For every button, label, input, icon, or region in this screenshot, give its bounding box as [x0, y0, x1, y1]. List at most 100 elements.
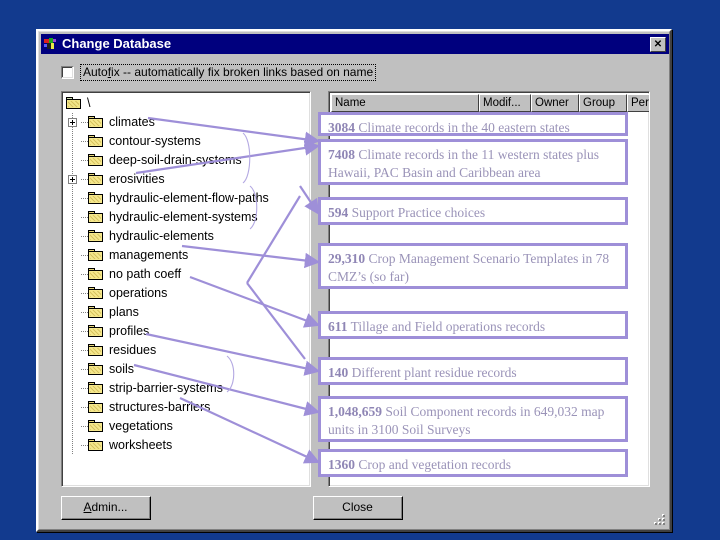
- admin-button-label: Admin...: [62, 497, 150, 519]
- folder-icon: [88, 401, 104, 414]
- tree-item-soils[interactable]: soils: [64, 360, 308, 379]
- tree-connector-dash: [77, 132, 88, 151]
- database-app-icon: [43, 36, 59, 52]
- open-folder-icon: [66, 97, 82, 110]
- tree-connector-dash: [77, 398, 88, 417]
- folder-icon: [88, 363, 104, 376]
- admin-accel: A: [83, 500, 92, 514]
- folder-icon: [88, 116, 104, 129]
- folder-icon: [88, 154, 104, 167]
- desktop-background: Change Database ✕ Autofix -- automatical…: [0, 0, 720, 540]
- column-header-name[interactable]: Name: [331, 94, 479, 112]
- tree-item-label: soils: [109, 362, 135, 376]
- change-database-window: Change Database ✕ Autofix -- automatical…: [36, 29, 672, 532]
- tree-item-list[interactable]: climates contour-systems deep-soil-drain-s…: [64, 113, 308, 455]
- tree-item-structures-barriers[interactable]: structures-barriers: [64, 398, 308, 417]
- tree-item-label: worksheets: [109, 438, 173, 452]
- tree-item-label: strip-barrier-systems: [109, 381, 223, 395]
- tree-item-managements[interactable]: managements: [64, 246, 308, 265]
- tree-connector-dash: [77, 436, 88, 455]
- tree-item-label: operations: [109, 286, 168, 300]
- tree-connector-dash: [77, 208, 88, 227]
- tree-item-deep-soil-drain-systems[interactable]: deep-soil-drain-systems: [64, 151, 308, 170]
- tree-connector-dash: [77, 113, 88, 132]
- expand-plus-icon[interactable]: [68, 118, 77, 127]
- tree-item-worksheets[interactable]: worksheets: [64, 436, 308, 455]
- autofix-label-prefix: Auto: [83, 65, 108, 79]
- folder-icon: [88, 325, 104, 338]
- autofix-row[interactable]: Autofix -- automatically fix broken link…: [61, 64, 377, 81]
- folder-icon: [88, 439, 104, 452]
- tree-item-label: no path coeff: [109, 267, 182, 281]
- tree-item-profiles[interactable]: profiles: [64, 322, 308, 341]
- tree-connector-dash: [77, 170, 88, 189]
- folder-icon: [88, 173, 104, 186]
- tree-item-plans[interactable]: plans: [64, 303, 308, 322]
- tree-item-label: profiles: [109, 324, 150, 338]
- tree-item-label: hydraulic-element-flow-paths: [109, 191, 269, 205]
- file-list-panel[interactable]: NameModif...OwnerGroupPermi...: [328, 91, 650, 487]
- close-glyph: ✕: [653, 38, 663, 50]
- tree-item-label: residues: [109, 343, 157, 357]
- folder-icon: [88, 249, 104, 262]
- list-rows-area[interactable]: [331, 112, 647, 484]
- tree-connector-dash: [77, 417, 88, 436]
- tree-connector-dash: [77, 360, 88, 379]
- tree-item-hydraulic-element-flow-paths[interactable]: hydraulic-element-flow-paths: [64, 189, 308, 208]
- column-header-modif[interactable]: Modif...: [479, 94, 531, 112]
- autofix-checkbox[interactable]: [61, 66, 74, 79]
- folder-icon: [88, 420, 104, 433]
- tree-connector-dash: [77, 322, 88, 341]
- tree-connector-dash: [77, 246, 88, 265]
- window-title: Change Database: [62, 36, 172, 51]
- tree-connector-dash: [77, 341, 88, 360]
- database-tree-panel[interactable]: \ climates contour-systems deep-soil-drain…: [61, 91, 311, 487]
- tree-root-node[interactable]: \: [64, 94, 308, 113]
- tree-item-vegetations[interactable]: vegetations: [64, 417, 308, 436]
- tree-connector-dash: [77, 189, 88, 208]
- folder-icon: [88, 211, 104, 224]
- folder-icon: [88, 344, 104, 357]
- tree-item-climates[interactable]: climates: [64, 113, 308, 132]
- title-bar[interactable]: Change Database ✕: [41, 34, 669, 54]
- folder-icon: [88, 135, 104, 148]
- admin-button[interactable]: Admin...: [61, 496, 151, 520]
- tree-item-hydraulic-element-systems[interactable]: hydraulic-element-systems: [64, 208, 308, 227]
- tree-item-label: hydraulic-element-systems: [109, 210, 258, 224]
- column-header-permi[interactable]: Permi...: [627, 94, 649, 112]
- column-header-owner[interactable]: Owner: [531, 94, 579, 112]
- tree-item-residues[interactable]: residues: [64, 341, 308, 360]
- tree-connector-dash: [77, 151, 88, 170]
- autofix-label[interactable]: Autofix -- automatically fix broken link…: [80, 64, 377, 81]
- tree-item-label: climates: [109, 115, 155, 129]
- tree-item-label: erosivities: [109, 172, 165, 186]
- close-icon[interactable]: ✕: [650, 36, 666, 52]
- tree-connector-dash: [77, 303, 88, 322]
- close-button[interactable]: Close: [313, 496, 403, 520]
- folder-icon: [88, 287, 104, 300]
- tree-scroll-area[interactable]: \ climates contour-systems deep-soil-drain…: [64, 94, 308, 484]
- folder-icon: [88, 382, 104, 395]
- list-column-headers[interactable]: NameModif...OwnerGroupPermi...: [331, 94, 649, 112]
- tree-connector-dash: [77, 265, 88, 284]
- close-button-label: Close: [314, 497, 402, 519]
- tree-connector-dash: [77, 227, 88, 246]
- tree-item-hydraulic-elements[interactable]: hydraulic-elements: [64, 227, 308, 246]
- tree-item-operations[interactable]: operations: [64, 284, 308, 303]
- folder-icon: [88, 230, 104, 243]
- tree-item-label: hydraulic-elements: [109, 229, 214, 243]
- autofix-label-suffix: ix -- automatically fix broken links bas…: [111, 65, 374, 79]
- tree-item-contour-systems[interactable]: contour-systems: [64, 132, 308, 151]
- tree-item-erosivities[interactable]: erosivities: [64, 170, 308, 189]
- folder-icon: [88, 268, 104, 281]
- column-header-group[interactable]: Group: [579, 94, 627, 112]
- tree-item-label: vegetations: [109, 419, 173, 433]
- tree-item-label: plans: [109, 305, 139, 319]
- tree-item-label: structures-barriers: [109, 400, 211, 414]
- window-client-area: Change Database ✕ Autofix -- automatical…: [38, 31, 670, 530]
- tree-item-no-path-coeff[interactable]: no path coeff: [64, 265, 308, 284]
- tree-item-strip-barrier-systems[interactable]: strip-barrier-systems: [64, 379, 308, 398]
- tree-item-label: contour-systems: [109, 134, 201, 148]
- resize-grip[interactable]: [652, 512, 666, 526]
- expand-plus-icon[interactable]: [68, 175, 77, 184]
